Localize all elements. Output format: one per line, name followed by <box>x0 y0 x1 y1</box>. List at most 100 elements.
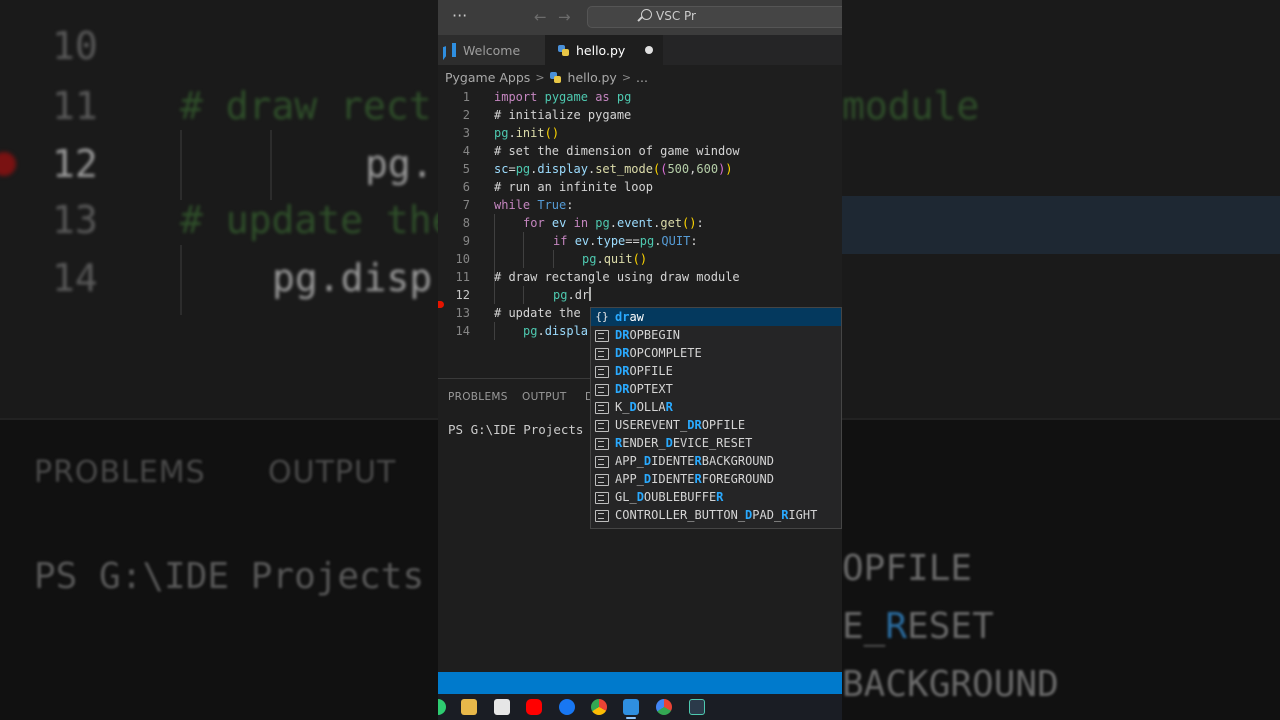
code-line: 8 for ev in pg.event.get(): <box>438 214 842 232</box>
tab-welcome[interactable]: Welcome <box>438 35 545 65</box>
active-app-indicator <box>626 717 636 719</box>
bg-suggestion: BACKGROUND <box>842 664 1059 705</box>
tab-problems[interactable]: PROBLEMS <box>448 391 508 403</box>
bg-line-number: 14 <box>52 256 98 300</box>
keyword-icon <box>595 400 609 414</box>
suggestion-item[interactable]: RENDER_DEVICE_RESET <box>591 434 841 452</box>
bg-comment: # update the <box>180 198 455 242</box>
line-number: 6 <box>462 180 470 194</box>
title-bar: ··· ← → VSC Pr <box>438 0 842 35</box>
more-menu-button[interactable]: ··· <box>452 6 467 25</box>
keyword-icon <box>595 472 609 486</box>
facebook-icon[interactable] <box>559 699 575 715</box>
code-line: 9 if ev.type==pg.QUIT: <box>438 232 842 250</box>
screen: 10 11 12 13 14 # draw rect pg. # update … <box>0 0 1280 720</box>
line-number: 9 <box>462 234 470 248</box>
code-line: 3 pg.init() <box>438 124 842 142</box>
suggestion-item[interactable]: CONTROLLER_BUTTON_DPAD_RIGHT <box>591 506 841 524</box>
bg-indent-guide <box>180 245 182 315</box>
bg-suggestion: E_RESET <box>842 606 994 647</box>
keyword-icon <box>595 508 609 522</box>
tab-hello-py[interactable]: hello.py <box>545 35 663 65</box>
bg-indent-guide <box>270 130 272 200</box>
suggestion-item[interactable]: APP_DIDENTERBACKGROUND <box>591 452 841 470</box>
vscode-icon <box>442 43 456 57</box>
suggestion-item[interactable]: K_DOLLAR <box>591 398 841 416</box>
chrome-icon[interactable] <box>591 699 607 715</box>
code-comment: # run an infinite loop <box>494 180 653 194</box>
unsaved-dot-icon[interactable] <box>645 46 653 54</box>
bg-panel-tab: PROBLEMS <box>34 455 206 490</box>
editor-tabs: Welcome hello.py <box>438 35 842 65</box>
suggestion-item[interactable]: DROPBEGIN <box>591 326 841 344</box>
line-number: 2 <box>462 108 470 122</box>
code-comment: # update the <box>494 306 581 320</box>
forward-arrow-icon[interactable]: → <box>558 8 571 26</box>
terminal-icon[interactable] <box>689 699 705 715</box>
vscode-icon[interactable] <box>623 699 639 715</box>
code-text: for ev in pg.event.get(): <box>523 216 704 230</box>
breadcrumb-file[interactable]: hello.py <box>568 70 617 85</box>
line-number: 12 <box>455 288 470 302</box>
code-comment: # set the dimension of game window <box>494 144 740 158</box>
line-number: 10 <box>455 252 470 266</box>
code-line-active: 12 pg.dr <box>438 286 842 304</box>
vscode-window: ··· ← → VSC Pr Welcome hello.py Pygame A… <box>438 0 842 720</box>
code-line: 1 import pygame as pg <box>438 88 842 106</box>
code-text: pg.quit() <box>582 252 648 266</box>
bg-comment: # draw rect <box>180 84 432 128</box>
app-icon[interactable] <box>438 699 446 715</box>
bg-breakpoint <box>0 152 16 176</box>
code-line: 5 sc=pg.display.set_mode((500,600)) <box>438 160 842 178</box>
code-text: import pygame as pg <box>494 90 632 104</box>
bg-highlight <box>842 196 1280 254</box>
bg-comment-right: module <box>842 84 980 128</box>
line-number: 7 <box>462 198 470 212</box>
line-number: 4 <box>462 144 470 158</box>
suggestion-item[interactable]: DROPCOMPLETE <box>591 344 841 362</box>
store-icon[interactable] <box>494 699 510 715</box>
module-icon: {} <box>595 310 609 323</box>
keyword-icon <box>595 490 609 504</box>
text-cursor <box>589 287 591 301</box>
suggestion-item[interactable]: APP_DIDENTERFOREGROUND <box>591 470 841 488</box>
file-explorer-icon[interactable] <box>461 699 477 715</box>
command-center-search[interactable] <box>587 6 842 28</box>
code-text: if ev.type==pg.QUIT: <box>553 234 698 248</box>
line-number: 3 <box>462 126 470 140</box>
suggestion-item[interactable]: {} draw <box>591 308 841 326</box>
keyword-icon <box>595 364 609 378</box>
keyword-icon <box>595 454 609 468</box>
autocomplete-list[interactable]: {} draw DROPBEGIN DROPCOMPLETE DROPFILE … <box>590 307 842 529</box>
bg-suggestion: OPFILE <box>842 548 973 589</box>
line-number: 8 <box>462 216 470 230</box>
chrome-alt-icon[interactable] <box>656 699 672 715</box>
breadcrumb-rest[interactable]: ... <box>636 70 648 85</box>
code-line: 2 # initialize pygame <box>438 106 842 124</box>
keyword-icon <box>595 382 609 396</box>
back-arrow-icon[interactable]: ← <box>534 8 547 26</box>
line-number: 1 <box>462 90 470 104</box>
taskbar <box>438 694 842 720</box>
tab-output[interactable]: OUTPUT <box>522 391 567 403</box>
bg-terminal: PS G:\IDE Projects <box>34 556 425 597</box>
line-number: 11 <box>455 270 470 284</box>
search-icon <box>641 9 652 20</box>
chevron-right-icon: > <box>621 71 632 84</box>
suggestion-item[interactable]: DROPFILE <box>591 362 841 380</box>
suggestion-item[interactable]: DROPTEXT <box>591 380 841 398</box>
tab-label: Welcome <box>463 42 521 58</box>
suggestion-item[interactable]: GL_DOUBLEBUFFER <box>591 488 841 506</box>
status-bar <box>438 672 842 694</box>
code-line: 10 pg.quit() <box>438 250 842 268</box>
suggestion-item[interactable]: USEREVENT_DROPFILE <box>591 416 841 434</box>
code-text: while True: <box>494 198 574 212</box>
terminal-prompt[interactable]: PS G:\IDE Projects P <box>448 422 599 437</box>
breadcrumb-folder[interactable]: Pygame Apps <box>445 70 530 85</box>
chevron-right-icon: > <box>535 71 545 84</box>
youtube-icon[interactable] <box>526 699 542 715</box>
code-text: sc=pg.display.set_mode((500,600)) <box>494 162 733 176</box>
bg-line-number: 10 <box>52 24 98 68</box>
bg-line-number: 12 <box>52 142 98 186</box>
code-text: pg.displa <box>523 324 589 338</box>
